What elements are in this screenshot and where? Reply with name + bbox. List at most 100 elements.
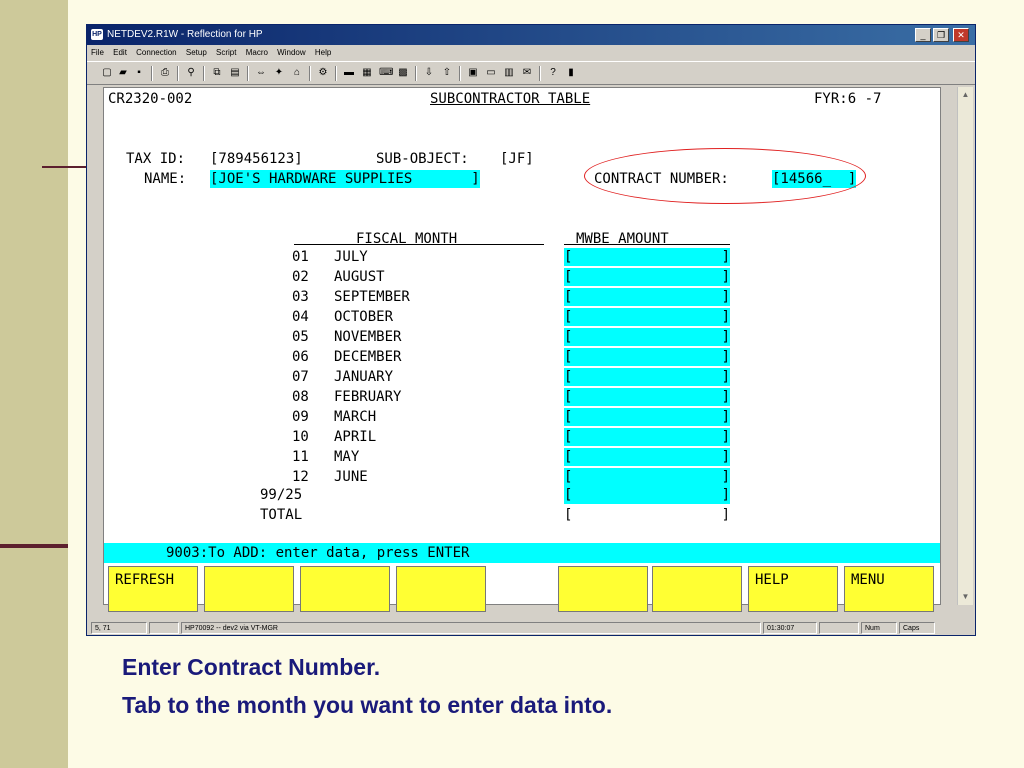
month-name: MAY [334,449,360,465]
menu-file[interactable]: File [91,48,104,57]
fkey-2[interactable] [204,566,294,612]
transfer-icon[interactable]: ⇩ [423,67,435,79]
mwbe-amount-field[interactable]: [] [564,368,730,386]
scroll-down-icon[interactable]: ▼ [958,589,973,604]
slide-side-bar [0,0,68,768]
mwbe-amount-field[interactable]: [] [564,448,730,466]
month-name: AUGUST [334,269,385,285]
context-help-icon[interactable]: ? [547,67,559,79]
mwbe-amount-field[interactable]: [] [564,428,730,446]
month-number: 04 [292,309,309,325]
bracket-close: ] [721,507,730,523]
mwbe-amount-field[interactable]: [] [564,388,730,406]
caption-line-2: Tab to the month you want to enter data … [122,692,613,718]
window-titlebar[interactable]: HP NETDEV2.R1W - Reflection for HP _ ❐ ✕ [87,25,975,45]
new-file-icon[interactable]: ▢ [101,67,113,79]
mwbe-amount-field[interactable]: [] [564,328,730,346]
display-icon[interactable]: ▬ [343,67,355,79]
transfer-up-icon[interactable]: ⇧ [441,67,453,79]
window-icon[interactable]: ▥ [503,67,515,79]
menu-script[interactable]: Script [216,48,236,57]
keyboard-icon[interactable]: ⌨ [379,67,393,79]
bracket-open: [ [564,349,573,365]
fkey-menu[interactable]: MENU [844,566,934,612]
bracket-open: [ [564,329,573,345]
bracket-open: [ [564,369,573,385]
menu-edit[interactable]: Edit [113,48,127,57]
session-icon[interactable]: ▣ [467,67,479,79]
mwbe-amount-field[interactable]: [] [564,248,730,266]
menu-connection[interactable]: Connection [136,48,176,57]
sub-object-field[interactable]: [JF] [500,150,534,168]
copy-icon[interactable]: ⧉ [211,67,223,79]
month-number: 05 [292,329,309,345]
fiscal-year: FYR:6 -7 [814,91,882,107]
month-name: JUNE [334,469,368,485]
month-number: 07 [292,369,309,385]
print-icon[interactable]: ⎙ [159,67,171,79]
mwbe-amount-header: MWBE AMOUNT [576,231,669,247]
bracket-close: ] [721,349,730,365]
mwbe-amount-field-99[interactable]: [ ] [564,486,730,504]
mwbe-amount-field[interactable]: [] [564,348,730,366]
fkey-5[interactable] [558,566,648,612]
caption-line-1: Enter Contract Number. [122,654,381,680]
bracket-close: ] [721,429,730,445]
mwbe-amount-field[interactable]: [] [564,308,730,326]
mail-icon[interactable]: ✉ [521,67,533,79]
book-icon[interactable]: ▮ [565,67,577,79]
fkey-4[interactable] [396,566,486,612]
menu-help[interactable]: Help [315,48,331,57]
name-field[interactable]: [JOE'S HARDWARE SUPPLIES ] [210,170,480,188]
bracket-open: [ [564,409,573,425]
save-icon[interactable]: ▪ [133,67,145,79]
minimize-button[interactable]: _ [915,28,931,42]
close-button[interactable]: ✕ [953,28,969,42]
bracket-close: ] [721,409,730,425]
mwbe-amount-field[interactable]: [] [564,408,730,426]
fkey-help[interactable]: HELP [748,566,838,612]
fkey-3[interactable] [300,566,390,612]
terminal-screen[interactable]: CR2320-002 SUBCONTRACTOR TABLE FYR:6 -7 … [103,87,941,612]
menu-bar: File Edit Connection Setup Script Macro … [87,45,975,61]
paste-icon[interactable]: ▤ [229,67,241,79]
menu-window[interactable]: Window [277,48,305,57]
tax-id-field[interactable]: [789456123] [210,150,303,168]
screen-id: CR2320-002 [108,91,193,107]
screen-title: SUBCONTRACTOR TABLE [430,91,591,107]
mwbe-amount-field[interactable]: [] [564,468,730,486]
fkey-refresh[interactable]: REFRESH [108,566,198,612]
fkey-6[interactable] [652,566,742,612]
scroll-up-icon[interactable]: ▲ [958,87,973,102]
menu-setup[interactable]: Setup [186,48,207,57]
name-label: NAME: [144,171,187,187]
menu-macro[interactable]: Macro [246,48,268,57]
macro-icon[interactable]: ⚙ [317,67,329,79]
vertical-scrollbar[interactable]: ▲ ▼ [957,87,973,605]
sub-object-label: SUB-OBJECT: [376,151,469,167]
host-icon[interactable]: ⌂ [291,67,303,79]
month-number: 08 [292,389,309,405]
bracket-open: [ [564,487,573,503]
mwbe-amount-field[interactable]: [] [564,268,730,286]
open-folder-icon[interactable]: ▰ [117,67,129,79]
find-icon[interactable]: ⚲ [185,67,197,79]
color-icon[interactable]: ▩ [397,67,409,79]
network-icon[interactable]: ✦ [273,67,285,79]
chat-icon[interactable]: ▭ [485,67,497,79]
mwbe-amount-field[interactable]: [] [564,288,730,306]
bracket-open: [ [564,449,573,465]
reflection-window: HP NETDEV2.R1W - Reflection for HP _ ❐ ✕… [86,24,976,636]
minimize-icon: _ [920,30,926,40]
toolbar-separator [151,66,153,81]
mwbe-amount-underline [564,244,730,245]
month-number: 11 [292,449,309,465]
bracket-close: ] [721,389,730,405]
month-number: 10 [292,429,309,445]
bracket-open: [ [564,289,573,305]
connect-icon[interactable]: ⇔ [255,67,267,79]
month-number: 06 [292,349,309,365]
bracket-close: ] [721,487,730,503]
restore-button[interactable]: ❐ [933,28,949,42]
terminal-icon[interactable]: ▦ [361,67,373,79]
